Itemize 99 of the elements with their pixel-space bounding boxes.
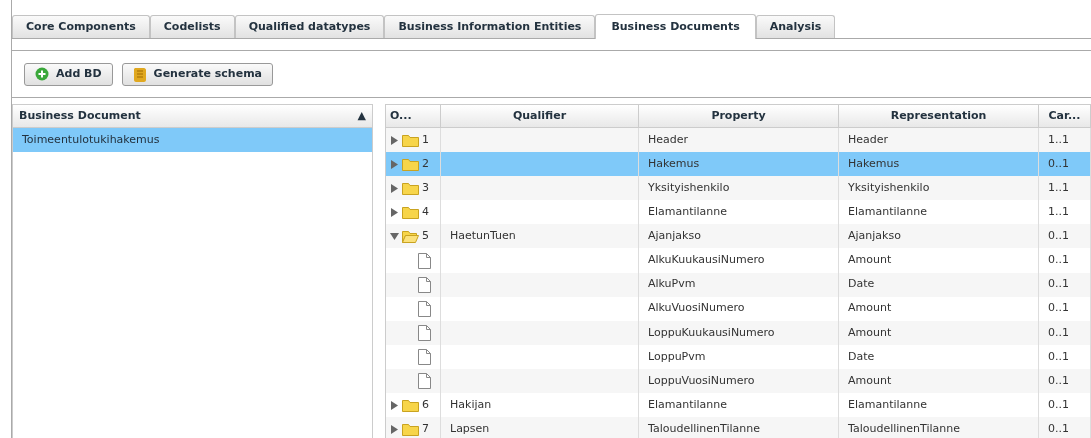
table-cell-text: Hakemus (648, 155, 700, 172)
table-cell: 1..1 (1048, 204, 1069, 221)
table-cell-text: Yksityishenkilo (848, 180, 930, 196)
expand-arrow[interactable] (390, 135, 399, 145)
folder-icon (402, 181, 419, 195)
grid-row[interactable]: AlkuKuukausiNumero Amount 0..1 (386, 248, 1091, 273)
table-cell-text: Header (848, 131, 889, 148)
grid-row[interactable]: 3 Yksityishenkilo Yksityishenkilo 1..1 (386, 176, 1091, 201)
scroll-icon (132, 66, 147, 82)
tab[interactable]: Codelists (149, 15, 235, 38)
table-cell-text: LoppuPvm (648, 348, 706, 365)
grid-row[interactable]: AlkuPvm Date 0..1 (386, 272, 1091, 297)
table-cell-text: Amount (848, 372, 892, 389)
table-cell: Elamantilanne (648, 204, 728, 221)
grid-row[interactable]: LoppuPvm Date 0..1 (386, 344, 1091, 369)
table-cell-text: TaloudellinenTilanne (848, 420, 960, 437)
folder-icon (402, 205, 419, 219)
tab[interactable]: Business Information Entities (384, 15, 596, 38)
order-number: 1 (422, 131, 429, 148)
table-cell-text: TaloudellinenTilanne (648, 420, 760, 437)
column-header[interactable]: O... (386, 105, 441, 127)
tab[interactable]: Qualified datatypes (234, 15, 385, 38)
tab[interactable]: Analysis (755, 15, 836, 38)
expand-arrow[interactable] (390, 159, 399, 169)
table-cell-text: 0..1 (1048, 155, 1069, 172)
toolbar-button[interactable]: Generate schema (121, 62, 274, 86)
document-icon (418, 373, 431, 389)
table-cell: Amount (848, 300, 892, 317)
order-number: 4 (422, 204, 429, 221)
grid-row[interactable]: 2 Hakemus Hakemus 0..1 (386, 152, 1091, 177)
table-cell-text: LoppuKuukausiNumero (648, 324, 775, 341)
table-cell-text: Elamantilanne (848, 396, 928, 413)
column-header[interactable]: Property (639, 105, 839, 127)
table-cell-text: 1..1 (1048, 131, 1069, 148)
grid-row[interactable]: 7 Lapsen TaloudellinenTilanne TaloudellinenTilanne 0..1 (386, 417, 1091, 438)
table-cell-text: Header (648, 131, 689, 148)
collapse-arrow[interactable] (390, 231, 399, 241)
table-cell-text: Date (848, 348, 875, 365)
table-cell: Ajanjakso (648, 228, 701, 245)
table-cell-text: 0..1 (1048, 348, 1069, 365)
expand-arrow[interactable] (390, 400, 399, 410)
table-cell-text: 0..1 (1048, 396, 1069, 413)
toolbar-button[interactable]: Add BD (24, 62, 113, 86)
table-cell-text: 0..1 (1048, 324, 1069, 341)
grid-row[interactable]: 1 Header Header 1..1 (386, 128, 1091, 153)
table-cell: Ajanjakso (848, 228, 901, 245)
table-cell-text: 0..1 (1048, 372, 1069, 389)
add-icon (35, 67, 49, 81)
table-cell: AlkuPvm (648, 276, 696, 293)
table-cell: Date (848, 276, 875, 293)
column-header[interactable]: Business Document ▲ (13, 105, 372, 127)
table-cell-text: Elamantilanne (648, 396, 728, 413)
expand-arrow[interactable] (390, 424, 399, 434)
tab[interactable]: Business Documents (595, 14, 756, 39)
order-number: 7 (422, 420, 429, 437)
table-cell: 0..1 (1048, 252, 1069, 269)
column-header[interactable]: Car... (1039, 105, 1091, 127)
document-icon (418, 252, 431, 269)
table-cell: AlkuVuosiNumero (648, 300, 745, 317)
table-cell-text: Hakemus (848, 155, 900, 172)
folder-icon (402, 157, 419, 171)
column-header[interactable]: Qualifier (441, 105, 639, 127)
order-number: 5 (422, 228, 429, 245)
sort-arrow: ▲ (357, 107, 366, 124)
column-header[interactable]: Representation (839, 105, 1039, 127)
grid-row[interactable]: LoppuKuukausiNumero Amount 0..1 (386, 320, 1091, 345)
table-cell: 0..1 (1048, 228, 1069, 245)
table-cell: AlkuKuukausiNumero (648, 252, 765, 269)
table-cell-text: Amount (848, 324, 892, 341)
expand-arrow[interactable] (390, 183, 399, 193)
table-cell-text: Yksityishenkilo (648, 180, 730, 196)
document-icon (418, 324, 431, 341)
table-cell: Amount (848, 252, 892, 269)
column-title: Business Document (19, 107, 141, 124)
folder-icon (402, 398, 419, 412)
order-number: 6 (422, 396, 429, 413)
folder-icon (402, 133, 419, 147)
table-cell-text: LoppuVuosiNumero (648, 372, 755, 389)
folder-icon (402, 422, 419, 436)
table-cell: Elamantilanne (848, 204, 928, 221)
table-cell-text: 0..1 (1048, 420, 1069, 437)
table-cell-text: 1..1 (1048, 180, 1069, 196)
order-number: 2 (422, 155, 429, 172)
document-icon (418, 276, 431, 293)
table-cell: 0..1 (1048, 300, 1069, 317)
order-number: 3 (422, 180, 429, 196)
grid-row[interactable]: AlkuVuosiNumero Amount 0..1 (386, 296, 1091, 321)
grid-row[interactable]: Toimeentulotukihakemus (13, 128, 372, 153)
table-cell-text: Lapsen (450, 420, 490, 437)
document-icon (418, 300, 431, 317)
document-icon (418, 348, 431, 365)
folder-icon (402, 229, 419, 243)
expand-arrow[interactable] (390, 207, 399, 217)
tab[interactable]: Core Components (12, 15, 150, 38)
grid-row[interactable]: 5 HaetunTuen Ajanjakso Ajanjakso 0..1 (386, 224, 1091, 249)
table-cell-text: Hakijan (450, 396, 492, 413)
table-cell: HaetunTuen (450, 228, 516, 245)
table-cell: 0..1 (1048, 276, 1069, 293)
grid-row[interactable]: LoppuVuosiNumero Amount 0..1 (386, 368, 1091, 394)
